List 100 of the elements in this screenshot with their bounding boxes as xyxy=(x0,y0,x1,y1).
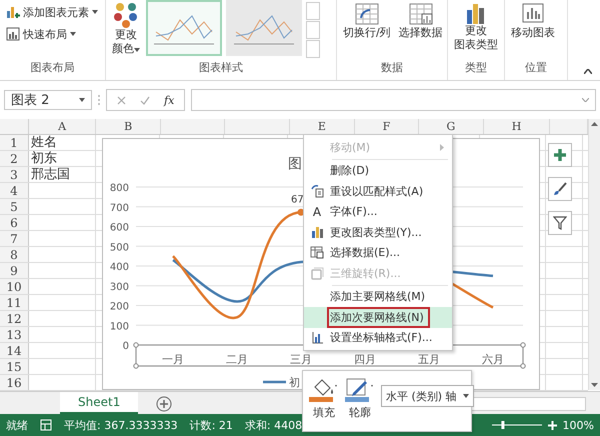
ribbon-button[interactable]: 选择数据 xyxy=(396,0,445,42)
zoom-slider-thumb[interactable] xyxy=(500,421,504,429)
table-cell: 邢志国 xyxy=(31,167,70,182)
column-header[interactable]: A xyxy=(58,120,66,133)
row-header[interactable]: 8 xyxy=(0,247,29,262)
submenu-arrow-icon xyxy=(440,144,444,151)
menu-item[interactable]: 添加次要网格线(N) xyxy=(304,307,452,328)
column-header[interactable]: B xyxy=(124,120,132,133)
caret-icon xyxy=(92,10,98,14)
menu-item[interactable]: 设置坐标轴格式(F)... xyxy=(304,328,452,348)
status-stat: 求和: 4408 xyxy=(244,418,302,432)
chart-styles-button[interactable] xyxy=(548,177,572,201)
ribbon-button[interactable]: 添加图表元素 xyxy=(4,2,100,22)
row-header[interactable]: 13 xyxy=(0,327,29,342)
cancel-icon[interactable] xyxy=(117,96,126,104)
reset-style-icon xyxy=(310,184,324,198)
row-header[interactable]: 12 xyxy=(0,311,29,326)
gallery-scrollbar[interactable] xyxy=(306,2,320,58)
menu-item[interactable]: 添加主要网格线(M) xyxy=(304,286,452,307)
chart-element-icon xyxy=(6,5,20,19)
add-sheet-icon[interactable] xyxy=(156,396,172,412)
expand-icon xyxy=(582,98,589,102)
legend-label: 初 xyxy=(289,376,300,389)
axis-category-label: 一月 xyxy=(162,353,184,366)
paint-bucket-icon xyxy=(309,377,339,403)
ribbon-button[interactable]: 快速布局 xyxy=(4,24,78,44)
row-header[interactable]: 14 xyxy=(0,343,29,358)
axis-category-label: 五月 xyxy=(418,353,440,366)
row-header[interactable]: 15 xyxy=(0,359,29,374)
chart-elements-button[interactable] xyxy=(548,143,572,167)
chart-style-thumbnail[interactable] xyxy=(146,0,222,56)
legend-swatch xyxy=(263,380,286,384)
menu-item[interactable]: A 字体(F)... xyxy=(304,202,452,222)
group-label: 位置 xyxy=(524,60,548,76)
row-header[interactable]: 9 xyxy=(0,263,29,278)
status-stat: 平均值: 367.3333333 xyxy=(64,418,178,432)
fill-button[interactable]: 填充 xyxy=(309,377,339,425)
change-chart-type-button[interactable]: 更改 图表类型 xyxy=(452,0,500,55)
column-header[interactable]: G xyxy=(446,120,456,133)
macro-icon[interactable] xyxy=(40,419,52,431)
caret-icon xyxy=(70,32,76,36)
plus-icon xyxy=(553,148,567,162)
caret-icon xyxy=(79,98,85,102)
column-header[interactable]: H xyxy=(512,120,522,133)
group-label: 图表样式 xyxy=(198,60,244,76)
row-header[interactable]: 6 xyxy=(0,215,29,230)
row-header[interactable]: 4 xyxy=(0,183,29,198)
row-header[interactable]: 2 xyxy=(0,151,29,166)
bar-chart-icon xyxy=(310,226,324,238)
axis-tick-label: 200 xyxy=(110,302,129,312)
chart-element-dropdown[interactable]: 水平 (类别) 轴 xyxy=(381,385,474,407)
axis-category-label: 六月 xyxy=(482,353,504,366)
menu-item[interactable]: 删除(D) xyxy=(304,160,452,181)
menu-item[interactable]: 选择数据(E)... xyxy=(304,242,452,263)
group-label: 类型 xyxy=(464,60,488,76)
axis-category-label: 三月 xyxy=(290,353,312,366)
axis-category-label: 二月 xyxy=(226,353,248,366)
brush-icon xyxy=(553,182,567,196)
font-icon: A xyxy=(312,204,322,219)
status-stat: 计数: 21 xyxy=(190,418,233,432)
formula-input[interactable] xyxy=(191,89,596,111)
axis-tick-label: 300 xyxy=(110,282,129,293)
chart-style-thumbnail[interactable] xyxy=(226,0,302,56)
change-colors-button[interactable]: 更改 颜色 xyxy=(110,0,142,59)
row-header[interactable]: 11 xyxy=(0,295,29,310)
sheet-tab[interactable]: Sheet1 xyxy=(60,392,138,414)
bar-chart-icon xyxy=(465,2,487,24)
zoom-in-icon[interactable] xyxy=(548,420,557,430)
row-header[interactable]: 10 xyxy=(0,279,29,294)
table-icon xyxy=(310,246,324,260)
row-header[interactable]: 7 xyxy=(0,231,29,246)
row-header[interactable]: 16 xyxy=(0,375,29,390)
axis-category-label: 四月 xyxy=(354,353,376,366)
cube-icon xyxy=(310,266,324,280)
column-header[interactable]: F xyxy=(382,120,390,133)
menu-item[interactable]: 更改图表类型(Y)... xyxy=(304,222,452,242)
move-chart-button[interactable]: 移动图表 xyxy=(509,0,557,42)
vertical-scrollbar[interactable] xyxy=(588,119,600,390)
data-label: 67 xyxy=(291,194,304,206)
ribbon-button[interactable]: 切换行/列 xyxy=(341,0,393,42)
menu-item[interactable]: 重设以匹配样式(A) xyxy=(304,181,452,202)
status-text: 就绪 xyxy=(6,418,28,432)
row-header[interactable]: 3 xyxy=(0,167,29,182)
check-icon[interactable] xyxy=(140,96,150,104)
outline-button[interactable]: 轮廓 xyxy=(345,377,375,425)
zoom-level: 100% xyxy=(562,418,594,432)
axis-format-icon xyxy=(310,330,324,345)
row-header[interactable]: 5 xyxy=(0,199,29,214)
group-label: 图表布局 xyxy=(30,60,76,76)
chart-filters-button[interactable] xyxy=(548,211,572,235)
row-header[interactable]: 1 xyxy=(0,135,29,150)
group-label: 数据 xyxy=(380,60,404,76)
name-box[interactable]: 图表 2 xyxy=(4,90,92,110)
axis-tick-label: 100 xyxy=(110,321,129,332)
axis-tick-label: 400 xyxy=(110,262,129,273)
column-header[interactable]: E xyxy=(318,120,326,133)
filter-icon xyxy=(553,216,567,230)
pen-icon xyxy=(345,377,375,403)
collapse-ribbon-icon[interactable] xyxy=(584,69,592,74)
insert-function-button[interactable]: fx xyxy=(164,94,174,106)
